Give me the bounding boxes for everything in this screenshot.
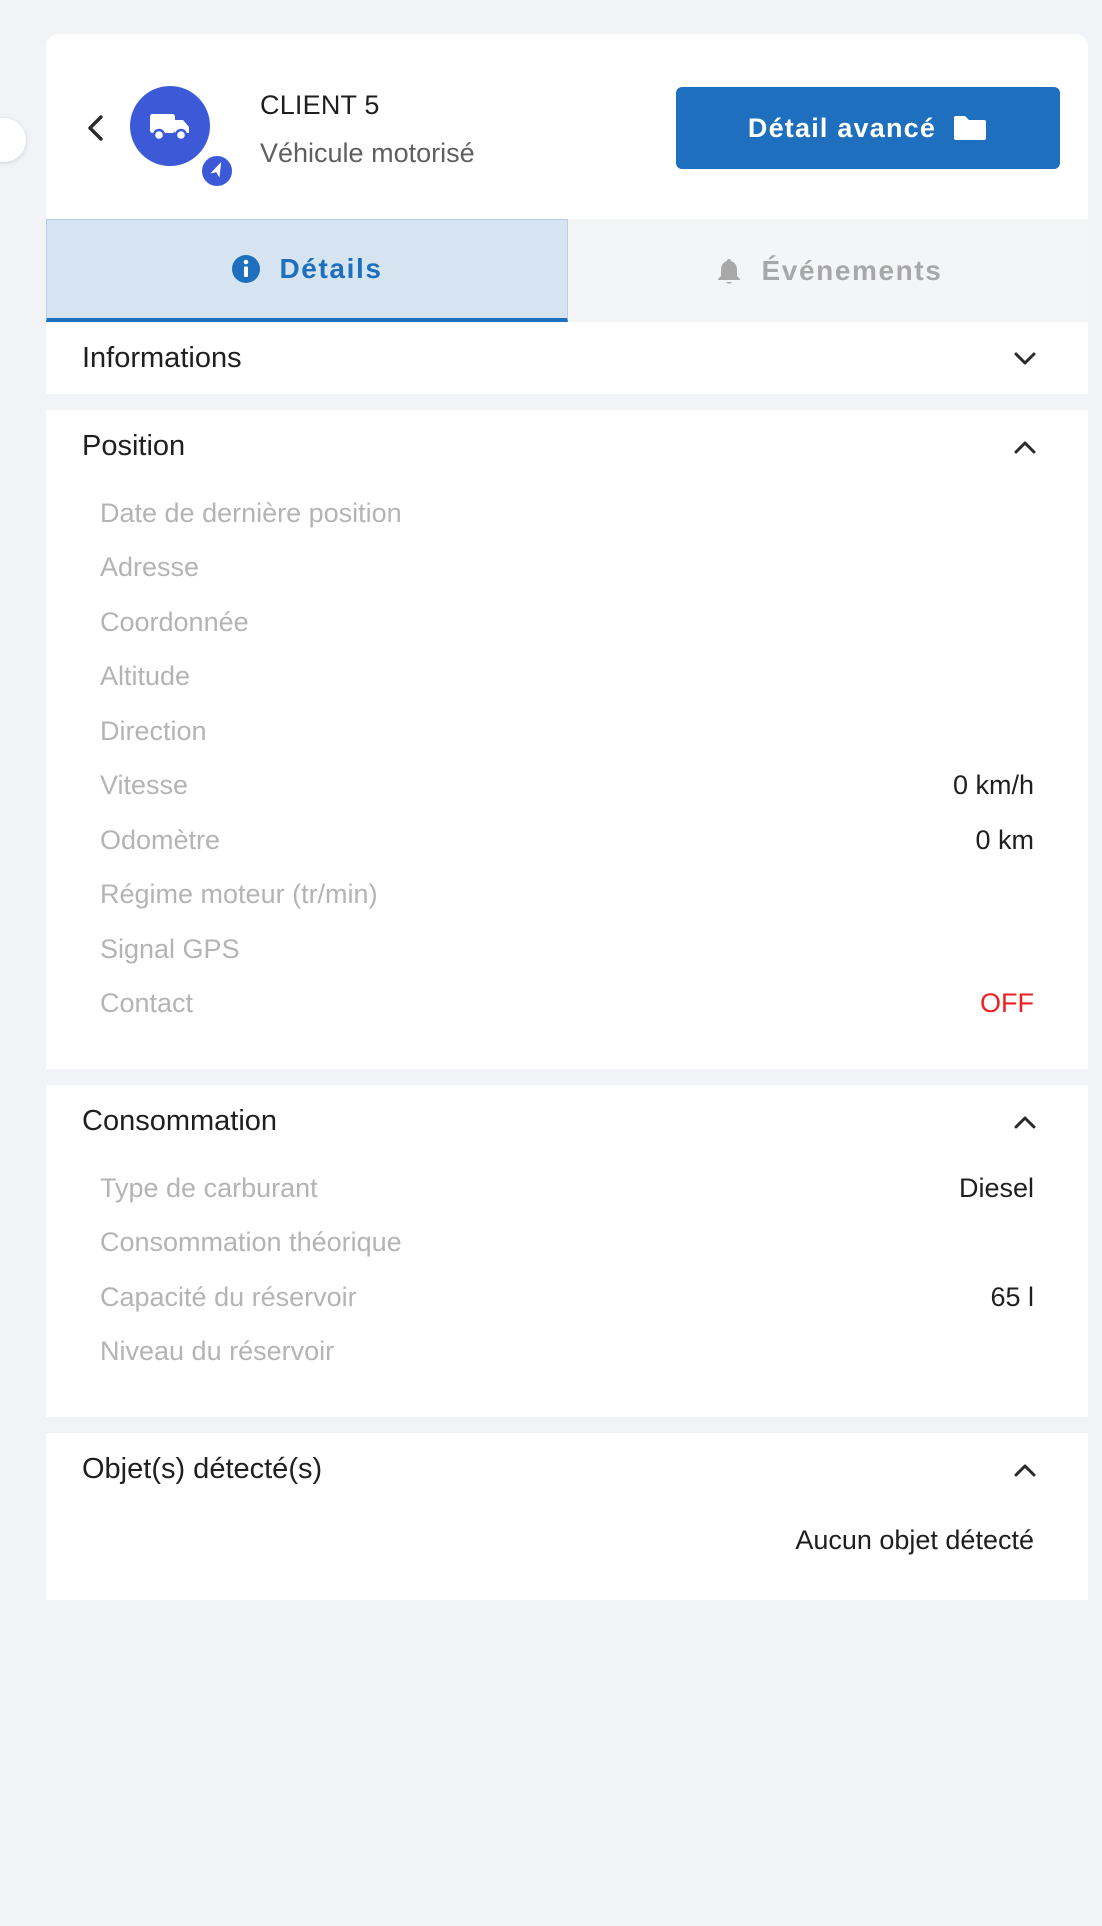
tab-details[interactable]: Détails (46, 219, 568, 322)
fuel-type-value: Diesel (958, 1172, 1034, 1203)
empty-state-text: Aucun objet détecté (795, 1525, 1034, 1555)
detail-label: Contact (100, 988, 194, 1019)
section-position-header[interactable]: Position (46, 410, 1088, 482)
vehicle-type: Véhicule motorisé (260, 138, 475, 168)
section-title: Objet(s) détecté(s) (82, 1452, 323, 1485)
detail-row: Altitude (100, 650, 1034, 705)
detail-row: Odomètre 0 km (100, 813, 1034, 868)
section-position: Position Date de dernière position Adres… (46, 410, 1088, 1069)
tab-bar: Détails Événements (46, 219, 1088, 322)
detail-label: Odomètre (100, 824, 221, 855)
chevron-down-icon (1014, 352, 1036, 365)
detail-label: Altitude (100, 661, 191, 692)
section-objets-body: Aucun objet détecté (46, 1505, 1088, 1600)
detail-label: Coordonnée (100, 606, 249, 637)
chevron-up-icon (1014, 1116, 1036, 1129)
tab-details-label: Détails (279, 253, 383, 284)
section-title: Position (82, 429, 186, 462)
chevron-left-icon (88, 115, 103, 141)
client-name: CLIENT 5 (260, 90, 380, 120)
detail-label: Consommation théorique (100, 1227, 402, 1258)
bell-icon (717, 258, 740, 284)
panel-collapse-handle[interactable] (0, 118, 26, 162)
section-title: Informations (82, 341, 242, 374)
detail-label: Capacité du réservoir (100, 1281, 357, 1312)
detail-row: Consommation théorique (100, 1216, 1034, 1271)
detail-label: Signal GPS (100, 933, 240, 964)
vehicle-detail-panel: CLIENT 5 Véhicule motorisé Détail avancé… (46, 34, 1088, 1926)
back-button[interactable] (82, 108, 110, 148)
section-consommation: Consommation Type de carburant Diesel Co… (46, 1085, 1088, 1417)
chevron-up-icon (1014, 441, 1036, 454)
detail-row: Vitesse 0 km/h (100, 759, 1034, 814)
speed-value: 0 km/h (952, 770, 1034, 801)
detail-row: Régime moteur (tr/min) (100, 868, 1034, 923)
advanced-detail-label: Détail avancé (747, 112, 937, 143)
detail-row: Contact OFF (100, 977, 1034, 1032)
chevron-up-icon (1014, 1464, 1036, 1477)
detail-label: Vitesse (100, 770, 189, 801)
info-circle-icon (232, 255, 261, 283)
section-informations-header[interactable]: Informations (46, 322, 1088, 394)
status-badge (198, 152, 236, 190)
detail-row: Coordonnée (100, 595, 1034, 650)
detail-label: Adresse (100, 552, 200, 583)
detail-row: Adresse (100, 541, 1034, 596)
detail-label: Niveau du réservoir (100, 1336, 335, 1367)
panel-header: CLIENT 5 Véhicule motorisé Détail avancé (46, 34, 1088, 219)
vehicle-detail-page: CLIENT 5 Véhicule motorisé Détail avancé… (0, 0, 1102, 1926)
odometer-value: 0 km (975, 824, 1034, 855)
section-objets-header[interactable]: Objet(s) détecté(s) (46, 1433, 1088, 1505)
avatar (130, 86, 210, 166)
section-consommation-header[interactable]: Consommation (46, 1085, 1088, 1157)
tab-events[interactable]: Événements (568, 219, 1088, 322)
section-consommation-body: Type de carburant Diesel Consommation th… (46, 1157, 1088, 1417)
tab-events-label: Événements (761, 254, 943, 286)
detail-row: Date de dernière position (100, 486, 1034, 541)
tank-capacity-value: 65 l (990, 1281, 1034, 1312)
detail-row: Niveau du réservoir (100, 1325, 1034, 1380)
contact-status-value: OFF (980, 988, 1034, 1019)
section-title: Consommation (82, 1104, 278, 1137)
detail-row: Capacité du réservoir 65 l (100, 1270, 1034, 1325)
section-informations: Informations (46, 322, 1088, 394)
navigation-arrow-icon (210, 162, 222, 178)
detail-label: Direction (100, 715, 207, 746)
detail-row: Signal GPS (100, 922, 1034, 977)
section-position-body: Date de dernière position Adresse Coordo… (46, 482, 1088, 1069)
truck-icon (150, 114, 189, 142)
advanced-detail-button[interactable]: Détail avancé (676, 87, 1060, 169)
folder-icon (954, 116, 987, 140)
section-objets: Objet(s) détecté(s) Aucun objet détecté (46, 1433, 1088, 1600)
detail-row: Type de carburant Diesel (100, 1161, 1034, 1216)
detail-label: Régime moteur (tr/min) (100, 879, 378, 910)
detail-row: Direction (100, 704, 1034, 759)
detail-label: Date de dernière position (100, 497, 402, 528)
detail-label: Type de carburant (100, 1172, 318, 1203)
